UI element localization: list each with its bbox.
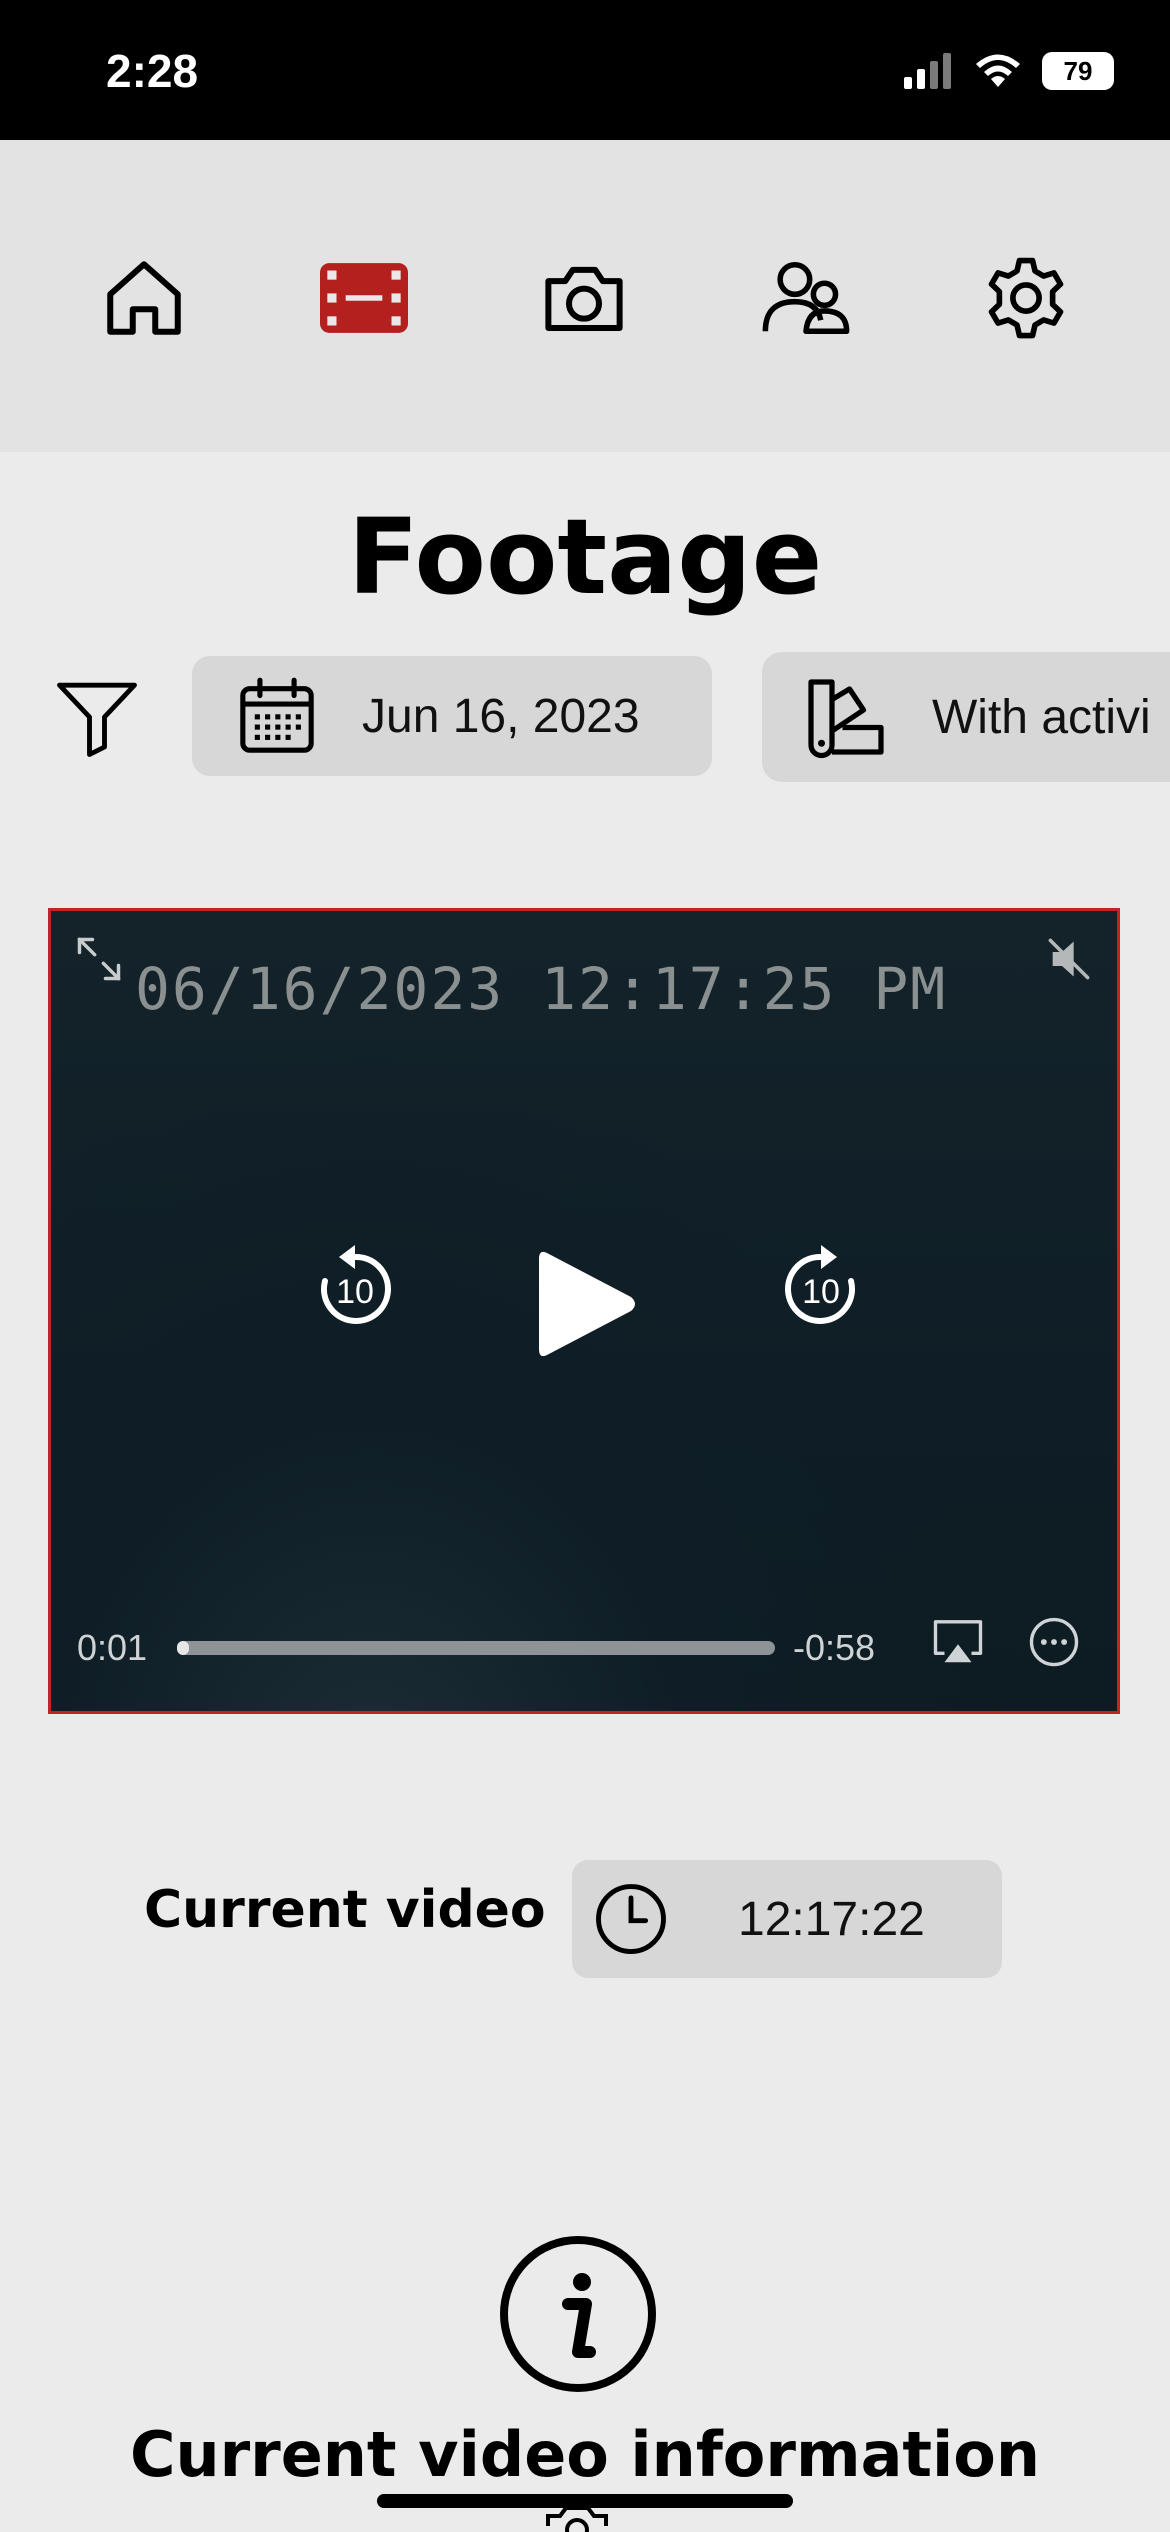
users-icon bbox=[762, 262, 850, 334]
video-overlay-timestamp: 06/16/2023 12:17:25 PM bbox=[135, 955, 948, 1023]
gear-icon bbox=[988, 257, 1064, 339]
status-bar: 2:28 79 bbox=[0, 0, 1170, 140]
current-video-information-title: Current video information bbox=[129, 2418, 1041, 2491]
current-video-time-chip: 12:17:22 bbox=[572, 1860, 1002, 1978]
home-icon bbox=[107, 261, 181, 335]
current-video-label: Current video bbox=[144, 1880, 546, 1940]
battery-indicator: 79 bbox=[1042, 52, 1114, 90]
mute-icon[interactable] bbox=[1041, 931, 1097, 987]
info-icon bbox=[500, 2236, 656, 2392]
current-video-time: 12:17:22 bbox=[738, 1893, 925, 1946]
airplay-icon[interactable] bbox=[931, 1617, 985, 1667]
elapsed-time: 0:01 bbox=[77, 1627, 148, 1668]
play-icon[interactable] bbox=[533, 1245, 643, 1363]
wifi-icon bbox=[976, 54, 1020, 87]
progress-fill bbox=[177, 1641, 189, 1655]
page-title: Footage bbox=[347, 496, 823, 618]
nav-camera[interactable] bbox=[536, 250, 632, 346]
nav-settings[interactable] bbox=[978, 250, 1074, 346]
swatch-icon bbox=[808, 679, 884, 759]
film-icon bbox=[320, 263, 408, 333]
status-icons: 79 bbox=[902, 52, 1114, 90]
date-filter-chip[interactable]: Jun 16, 2023 bbox=[192, 656, 712, 776]
nav-home[interactable] bbox=[96, 250, 192, 346]
filter-icon bbox=[57, 682, 137, 757]
expand-icon[interactable] bbox=[73, 933, 125, 985]
filter-button[interactable] bbox=[52, 672, 142, 762]
skip-back-button[interactable]: 10 bbox=[307, 1241, 403, 1337]
status-time: 2:28 bbox=[106, 45, 199, 97]
nav-footage[interactable] bbox=[316, 250, 412, 346]
video-player[interactable]: 06/16/2023 12:17:25 PM 10 10 0:01 -0:58 bbox=[48, 908, 1120, 1714]
camera-icon bbox=[545, 266, 623, 331]
top-nav-bar bbox=[0, 140, 1170, 452]
activity-filter-chip[interactable]: With activi bbox=[762, 652, 1170, 782]
calendar-icon bbox=[240, 677, 314, 753]
date-filter-label: Jun 16, 2023 bbox=[362, 689, 640, 743]
activity-filter-label: With activi bbox=[932, 690, 1151, 744]
signal-icon bbox=[904, 53, 951, 89]
clock-icon bbox=[596, 1884, 666, 1954]
remaining-time: -0:58 bbox=[793, 1627, 876, 1668]
nav-users[interactable] bbox=[758, 250, 854, 346]
skip-back-seconds: 10 bbox=[336, 1273, 374, 1311]
progress-bar[interactable] bbox=[177, 1641, 775, 1655]
home-indicator bbox=[377, 2494, 793, 2508]
more-options-icon[interactable] bbox=[1027, 1615, 1081, 1669]
skip-forward-button[interactable]: 10 bbox=[773, 1241, 869, 1337]
skip-forward-seconds: 10 bbox=[802, 1273, 840, 1311]
